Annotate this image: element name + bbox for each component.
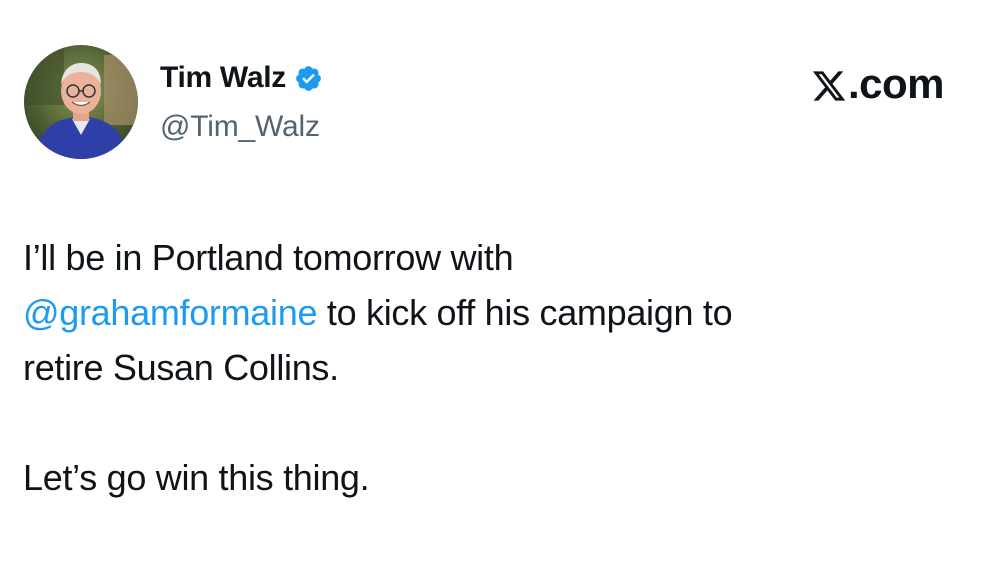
source-brand: .com	[811, 60, 945, 108]
tweet-line-2: @grahamformaine to kick off his campaign…	[23, 285, 953, 340]
tweet-text: I’ll be in Portland tomorrow with @graha…	[23, 230, 953, 505]
tweet-card: Tim Walz @Tim_Walz .com I’ll be in Portl…	[0, 0, 986, 567]
author-display-name[interactable]: Tim Walz	[160, 61, 286, 95]
author-name-row: Tim Walz	[160, 58, 323, 98]
verified-badge-icon	[294, 64, 323, 93]
x-logo-icon	[811, 66, 847, 102]
author-avatar[interactable]	[24, 45, 138, 159]
tweet-line-1: I’ll be in Portland tomorrow with	[23, 237, 514, 278]
author-handle[interactable]: @Tim_Walz	[160, 110, 320, 144]
tweet-line-2-text: to kick off his campaign to	[317, 292, 733, 333]
brand-label: .com	[847, 60, 945, 107]
mention-link[interactable]: @grahamformaine	[23, 292, 317, 333]
tweet-line-4: Let’s go win this thing.	[23, 457, 370, 498]
tweet-line-3: retire Susan Collins.	[23, 347, 339, 388]
